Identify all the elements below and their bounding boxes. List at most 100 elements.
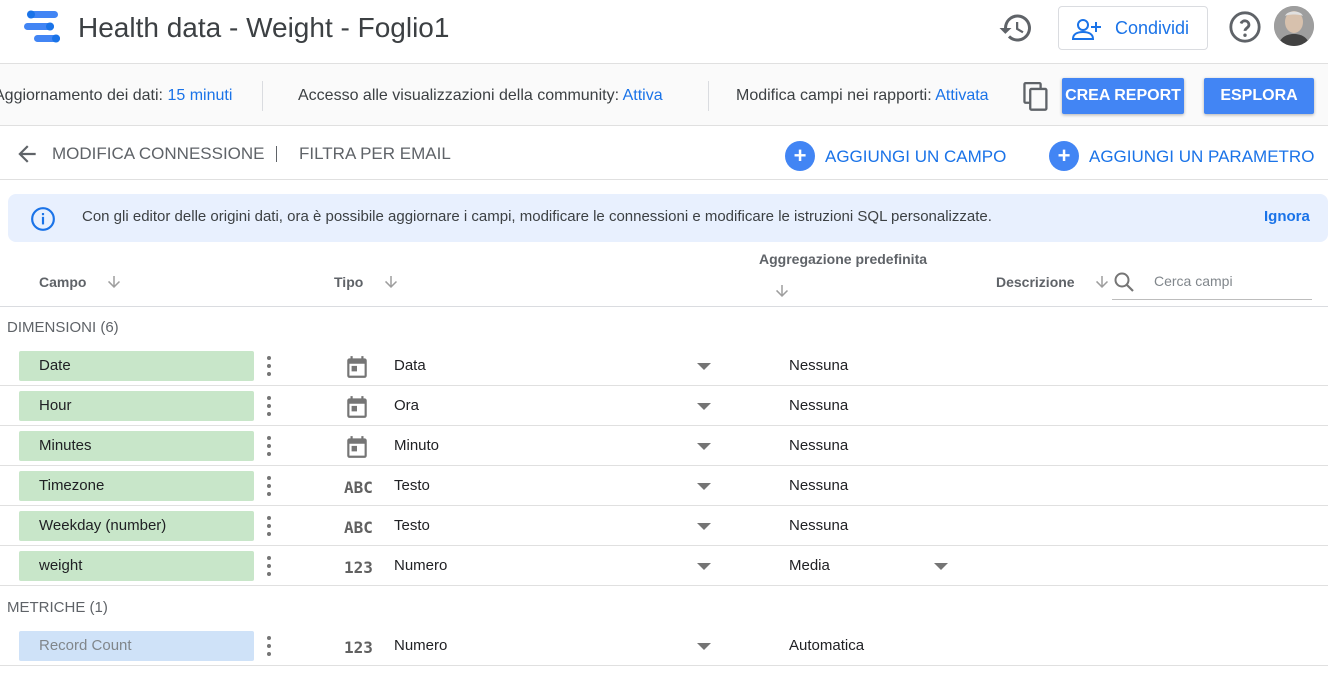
field-editing-setting[interactable]: Modifica campi nei rapporti: Attivata (736, 87, 989, 105)
field-type-select[interactable]: Testo (394, 517, 430, 534)
number-type-icon: 123 (344, 558, 373, 577)
aggregation-value: Nessuna (789, 477, 849, 494)
field-name-chip[interactable]: Timezone (19, 471, 254, 501)
column-header-description[interactable]: Descrizione (996, 274, 1075, 290)
field-editing-value[interactable]: Attivata (935, 87, 988, 104)
divider (276, 146, 277, 162)
chevron-down-icon[interactable] (697, 563, 711, 570)
search-input[interactable] (1152, 272, 1307, 290)
share-button-label: Condividi (1115, 18, 1190, 38)
field-row: Weekday (number) ABC Testo Nessuna (0, 506, 1328, 546)
field-row: Record Count 123 Numero Automatica (0, 626, 1328, 666)
sort-arrow-down-icon[interactable] (1093, 273, 1111, 291)
create-report-button[interactable]: CREA REPORT (1062, 78, 1184, 114)
field-editing-label: Modifica campi nei rapporti: (736, 87, 932, 104)
field-row: weight 123 Numero Media (0, 546, 1328, 586)
divider (262, 81, 263, 111)
add-field-button[interactable]: AGGIUNGI UN CAMPO (825, 147, 1006, 167)
field-name-chip[interactable]: Date (19, 351, 254, 381)
community-visualizations-value[interactable]: Attiva (623, 87, 663, 104)
more-options-icon[interactable] (262, 554, 276, 578)
aggregation-value: Nessuna (789, 517, 849, 534)
divider (708, 81, 709, 111)
action-bar: MODIFICA CONNESSIONE FILTRA PER EMAIL + … (0, 127, 1328, 180)
aggregation-value[interactable]: Media (789, 557, 830, 574)
sort-arrow-down-icon[interactable] (382, 273, 400, 291)
field-type-select[interactable]: Numero (394, 557, 447, 574)
field-row: Date Data Nessuna (0, 346, 1328, 386)
metrics-section-title: METRICHE (1) (7, 599, 108, 616)
info-icon (31, 207, 55, 231)
sort-arrow-down-icon[interactable] (105, 273, 123, 291)
field-name-chip[interactable]: weight (19, 551, 254, 581)
field-name-chip[interactable]: Hour (19, 391, 254, 421)
more-options-icon[interactable] (262, 394, 276, 418)
field-row: Timezone ABC Testo Nessuna (0, 466, 1328, 506)
field-type-select[interactable]: Numero (394, 637, 447, 654)
calendar-icon (344, 394, 374, 420)
chevron-down-icon[interactable] (697, 363, 711, 370)
avatar[interactable] (1274, 6, 1314, 46)
field-type-select[interactable]: Minuto (394, 437, 439, 454)
field-row: Minutes Minuto Nessuna (0, 426, 1328, 466)
more-options-icon[interactable] (262, 514, 276, 538)
filter-by-email-button[interactable]: FILTRA PER EMAIL (299, 144, 451, 164)
text-type-icon: ABC (344, 478, 373, 497)
more-options-icon[interactable] (262, 634, 276, 658)
field-row: Hour Ora Nessuna (0, 386, 1328, 426)
add-field-plus-icon[interactable]: + (785, 141, 815, 171)
calendar-icon (344, 434, 374, 460)
back-arrow-icon[interactable] (14, 141, 40, 167)
aggregation-value: Automatica (789, 637, 865, 654)
dimensions-section-title: DIMENSIONI (6) (7, 319, 119, 336)
add-parameter-plus-icon[interactable]: + (1049, 141, 1079, 171)
app-header: Health data - Weight - Foglio1 Condividi (0, 0, 1328, 64)
more-options-icon[interactable] (262, 354, 276, 378)
number-type-icon: 123 (344, 638, 373, 657)
chevron-down-icon[interactable] (697, 403, 711, 410)
search-fields-box[interactable] (1112, 266, 1312, 300)
field-type-select[interactable]: Testo (394, 477, 430, 494)
chevron-down-icon[interactable] (934, 563, 948, 570)
sort-arrow-down-icon[interactable] (773, 282, 791, 300)
field-name-chip[interactable]: Weekday (number) (19, 511, 254, 541)
field-name-chip[interactable]: Minutes (19, 431, 254, 461)
looker-studio-logo-icon (24, 10, 60, 43)
chevron-down-icon[interactable] (697, 443, 711, 450)
data-freshness-label: Aggiornamento dei dati: (0, 87, 163, 104)
copy-icon[interactable] (1022, 82, 1050, 112)
aggregation-value: Nessuna (789, 397, 849, 414)
aggregation-value: Nessuna (789, 437, 849, 454)
share-button[interactable]: Condividi (1058, 6, 1208, 50)
history-icon[interactable] (998, 10, 1034, 46)
explore-button[interactable]: ESPLORA (1204, 78, 1314, 114)
help-icon[interactable] (1228, 10, 1262, 44)
chevron-down-icon[interactable] (697, 483, 711, 490)
text-type-icon: ABC (344, 518, 373, 537)
more-options-icon[interactable] (262, 434, 276, 458)
field-type-select[interactable]: Ora (394, 397, 419, 414)
chevron-down-icon[interactable] (697, 523, 711, 530)
info-banner: Con gli editor delle origini dati, ora è… (8, 194, 1328, 242)
chevron-down-icon[interactable] (697, 643, 711, 650)
edit-connection-button[interactable]: MODIFICA CONNESSIONE (52, 144, 265, 164)
user-photo-icon (1274, 6, 1314, 46)
column-header-aggregation[interactable]: Aggregazione predefinita (759, 251, 927, 267)
data-source-settings-bar: Aggiornamento dei dati: 15 minuti Access… (0, 64, 1328, 126)
data-freshness-value[interactable]: 15 minuti (167, 87, 232, 104)
field-type-select[interactable]: Data (394, 357, 426, 374)
search-icon (1114, 272, 1134, 292)
more-options-icon[interactable] (262, 474, 276, 498)
add-parameter-button[interactable]: AGGIUNGI UN PARAMETRO (1089, 147, 1314, 167)
aggregation-value: Nessuna (789, 357, 849, 374)
community-visualizations-setting[interactable]: Accesso alle visualizzazioni della commu… (298, 87, 663, 105)
page-title[interactable]: Health data - Weight - Foglio1 (78, 12, 449, 44)
column-header-field[interactable]: Campo (39, 274, 86, 290)
dismiss-banner-button[interactable]: Ignora (1264, 208, 1310, 225)
add-person-icon (1071, 19, 1101, 40)
data-freshness-setting[interactable]: Aggiornamento dei dati: 15 minuti (0, 87, 232, 105)
field-name-chip[interactable]: Record Count (19, 631, 254, 661)
divider (0, 306, 1328, 307)
banner-message: Con gli editor delle origini dati, ora è… (82, 208, 992, 225)
column-header-type[interactable]: Tipo (334, 274, 363, 290)
